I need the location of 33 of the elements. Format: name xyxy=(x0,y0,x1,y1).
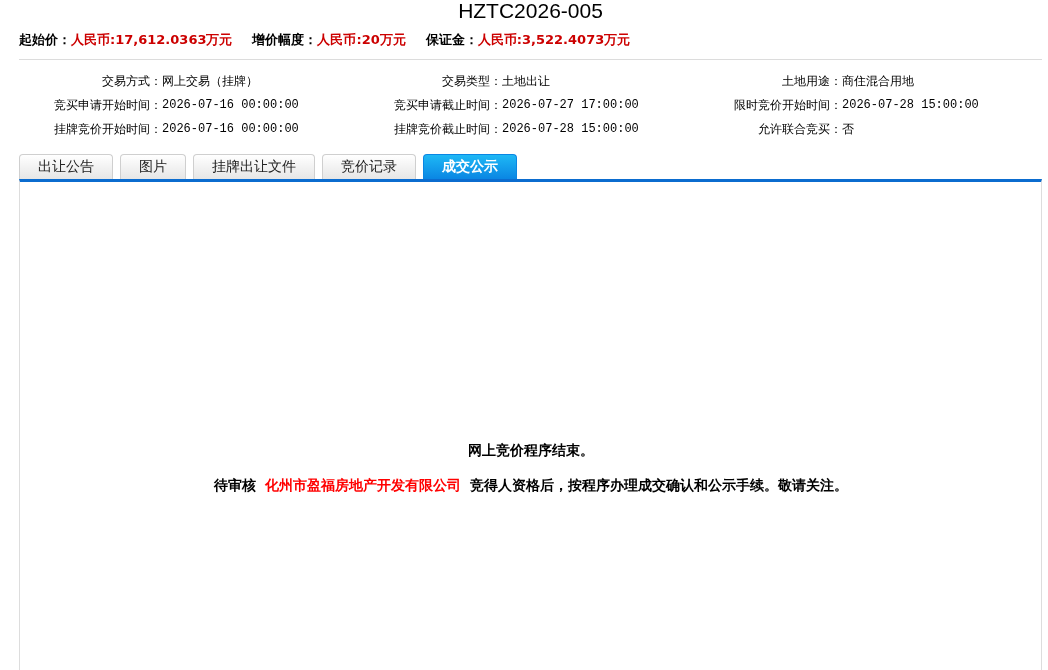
price-value: 人民币:17,612.0363万元 xyxy=(71,31,233,49)
detail-label: 允许联合竞买： xyxy=(757,120,842,138)
notice-text: 竞得人资格后，按程序办理成交确认和公示手续。敬请关注。 xyxy=(469,476,848,495)
detail-label: 挂牌竞价开始时间： xyxy=(53,120,162,138)
notice-text: 待审核 xyxy=(213,476,256,495)
detail-value: 网上交易（挂牌） xyxy=(162,73,258,90)
detail-value: 2026-07-28 15:00:00 xyxy=(502,122,639,136)
detail-value: 2026-07-28 15:00:00 xyxy=(842,98,979,112)
detail-label: 竞买申请截止时间： xyxy=(393,96,502,114)
detail-label: 交易类型： xyxy=(441,72,502,90)
detail-value: 2026-07-27 17:00:00 xyxy=(502,98,639,112)
price-value: 人民币:3,522.4073万元 xyxy=(477,31,631,49)
price-label: 增价幅度： xyxy=(252,31,318,49)
tab[interactable]: 挂牌出让文件 xyxy=(193,154,315,179)
detail-value: 土地出让 xyxy=(502,73,550,90)
tab[interactable]: 图片 xyxy=(120,154,186,179)
price-value: 人民币:20万元 xyxy=(317,31,406,49)
lot-number-title: HZTC2026-005 xyxy=(458,0,603,23)
detail-value: 2026-07-16 00:00:00 xyxy=(162,98,299,112)
detail-value: 2026-07-16 00:00:00 xyxy=(162,122,299,136)
notice-heading: 网上竞价程序结束。 xyxy=(467,441,594,460)
price-label: 保证金： xyxy=(425,31,478,49)
detail-label: 挂牌竞价截止时间： xyxy=(393,120,502,138)
detail-label: 竞买申请开始时间： xyxy=(53,96,162,114)
detail-value: 否 xyxy=(842,121,854,138)
detail-label: 限时竞价开始时间： xyxy=(733,96,842,114)
price-label: 起始价： xyxy=(19,31,71,49)
company-name: 化州市盈福房地产开发有限公司 xyxy=(264,476,461,495)
detail-label: 土地用途： xyxy=(781,72,842,90)
tab[interactable]: 出让公告 xyxy=(19,154,113,179)
detail-value: 商住混合用地 xyxy=(842,73,914,90)
detail-label: 交易方式： xyxy=(101,72,162,90)
tab[interactable]: 竞价记录 xyxy=(322,154,416,179)
